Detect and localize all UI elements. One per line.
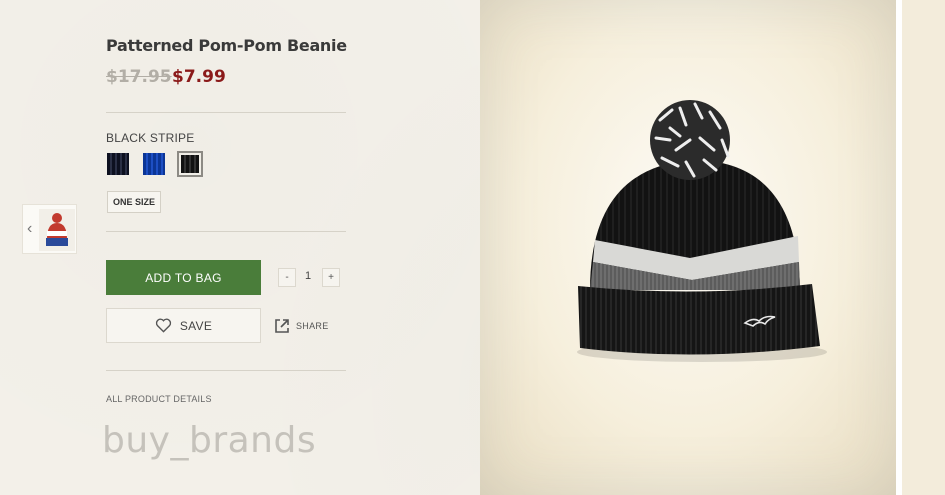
sale-price: $7.99 (172, 67, 226, 87)
thumbnail-beanie-image (39, 209, 75, 251)
external-link-icon (275, 319, 289, 333)
next-product-image-edge (902, 0, 945, 495)
product-title: Patterned Pom-Pom Beanie (106, 36, 347, 55)
photo-vignette (480, 0, 896, 495)
all-product-details-link[interactable]: ALL PRODUCT DETAILS (106, 394, 212, 404)
quantity-value[interactable]: 1 (300, 270, 316, 282)
save-label: SAVE (179, 318, 213, 333)
chevron-left-icon[interactable]: ‹ (27, 220, 32, 238)
quantity-increase-button[interactable]: + (322, 268, 340, 287)
divider (106, 112, 346, 113)
share-label: SHARE (296, 321, 329, 331)
share-button[interactable]: SHARE (274, 318, 329, 334)
original-price: $17.95 (106, 67, 172, 87)
swatch-blue[interactable] (143, 153, 165, 175)
watermark-text: buy_brands (102, 420, 317, 461)
quantity-decrease-button[interactable]: - (278, 268, 296, 287)
color-label: BLACK STRIPE (106, 131, 195, 145)
prev-product-thumbnail[interactable]: ‹ (22, 204, 77, 254)
swatch-navy-stripe[interactable] (107, 153, 129, 175)
add-to-bag-button[interactable]: ADD TO BAG (106, 260, 261, 295)
divider (106, 231, 346, 232)
divider (106, 370, 346, 371)
swatch-black-stripe[interactable] (177, 151, 203, 177)
heart-icon (155, 318, 171, 333)
save-button[interactable]: SAVE (106, 308, 261, 343)
product-image (480, 0, 896, 495)
size-option-one-size[interactable]: ONE SIZE (107, 191, 161, 213)
